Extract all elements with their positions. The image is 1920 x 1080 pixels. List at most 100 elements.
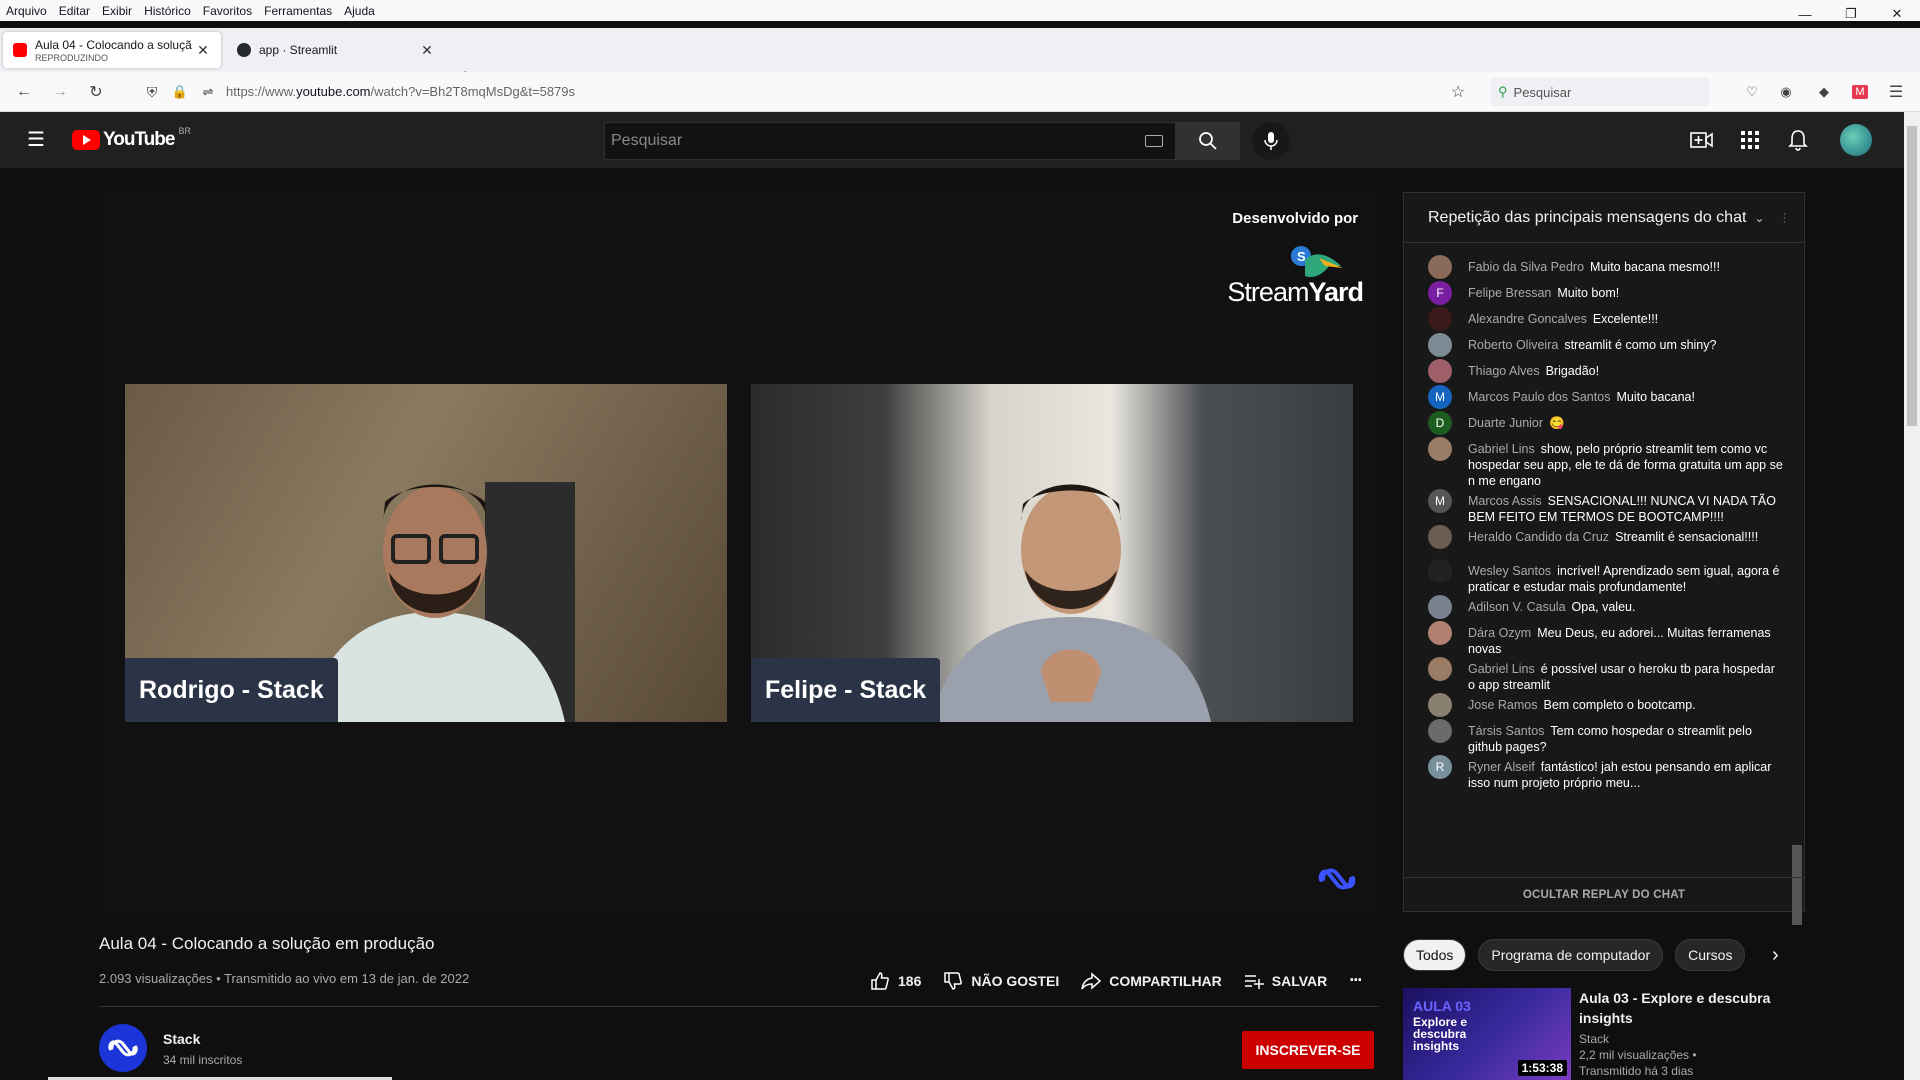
like-button[interactable]: 186	[870, 971, 921, 991]
apps-grid-icon[interactable]	[1738, 128, 1762, 152]
menu-ferramentas[interactable]: Ferramentas	[264, 4, 332, 18]
chat-author-name[interactable]: Dára Ozym	[1468, 626, 1531, 640]
restore-icon[interactable]: ❐	[1828, 0, 1874, 28]
chat-author-name[interactable]: Wesley Santos	[1468, 564, 1551, 578]
page-scrollbar[interactable]	[1904, 112, 1920, 1080]
extension-m-icon[interactable]: M	[1848, 80, 1872, 104]
chat-author-avatar[interactable]: M	[1428, 385, 1452, 409]
chat-author-name[interactable]: Társis Santos	[1468, 724, 1544, 738]
chip-programa-de-computador[interactable]: Programa de computador	[1478, 939, 1664, 971]
lock-icon[interactable]: 🔒	[168, 80, 192, 104]
chat-author-avatar[interactable]	[1428, 719, 1452, 743]
permissions-icon[interactable]: ⇌	[196, 80, 220, 104]
chevron-right-icon[interactable]: ›	[1772, 944, 1779, 967]
forward-icon[interactable]: →	[48, 80, 72, 104]
chat-author-avatar[interactable]	[1428, 595, 1452, 619]
chat-author-avatar[interactable]	[1428, 657, 1452, 681]
chat-author-name[interactable]: Jose Ramos	[1468, 698, 1537, 712]
recommended-channel[interactable]: Stack	[1579, 1032, 1799, 1046]
close-window-icon[interactable]: ✕	[1874, 0, 1920, 28]
menu-ajuda[interactable]: Ajuda	[344, 4, 375, 18]
hamburger-menu-icon[interactable]: ☰	[24, 128, 48, 152]
menu-favoritos[interactable]: Favoritos	[203, 4, 252, 18]
notifications-bell-icon[interactable]	[1786, 128, 1810, 152]
voice-search-button[interactable]	[1252, 122, 1290, 160]
url-bar[interactable]: https://www.youtube.com/watch?v=Bh2T8mqM…	[226, 84, 575, 99]
share-label: COMPARTILHAR	[1109, 972, 1222, 989]
chat-message: Dára Ozym Meu Deus, eu adorei... Muitas f…	[1404, 621, 1784, 657]
recommended-video[interactable]: AULA 03 Explore e descubra insights 1:53…	[1403, 988, 1799, 1080]
chat-author-avatar[interactable]	[1428, 559, 1452, 583]
chat-author-name[interactable]: Duarte Junior	[1468, 416, 1543, 430]
menu-editar[interactable]: Editar	[59, 4, 90, 18]
more-actions-icon[interactable]: ···	[1349, 970, 1363, 991]
chat-message-body: Ryner Alseif fantástico! jah estou pensan…	[1468, 755, 1784, 791]
close-tab-icon[interactable]: ✕	[195, 42, 211, 59]
chat-author-avatar[interactable]	[1428, 307, 1452, 331]
search-button[interactable]	[1176, 122, 1240, 160]
chat-author-name[interactable]: Heraldo Candido da Cruz	[1468, 530, 1609, 544]
user-avatar[interactable]	[1840, 124, 1872, 156]
chevron-down-icon[interactable]: ⌄	[1754, 211, 1764, 225]
chat-menu-icon[interactable]: ⋮	[1778, 211, 1790, 225]
chat-author-name[interactable]: Fabio da Silva Pedro	[1468, 260, 1584, 274]
menu-arquivo[interactable]: Arquivo	[6, 4, 47, 18]
chat-author-avatar[interactable]: M	[1428, 489, 1452, 513]
chat-author-name[interactable]: Alexandre Goncalves	[1468, 312, 1587, 326]
menu-historico[interactable]: Histórico	[144, 4, 191, 18]
chat-message: Heraldo Candido da Cruz Streamlit é sensa…	[1404, 525, 1784, 559]
chip-todos[interactable]: Todos	[1403, 939, 1467, 971]
chat-author-avatar[interactable]	[1428, 359, 1452, 383]
create-video-icon[interactable]	[1690, 128, 1714, 152]
subscribe-button[interactable]: INSCREVER-SE	[1242, 1031, 1374, 1069]
youtube-search-input[interactable]: Pesquisar	[604, 122, 1176, 160]
chat-author-name[interactable]: Roberto Oliveira	[1468, 338, 1558, 352]
chat-author-name[interactable]: Thiago Alves	[1468, 364, 1540, 378]
extension-1password-icon[interactable]: ◉	[1774, 80, 1798, 104]
video-thumbnail[interactable]: AULA 03 Explore e descubra insights 1:53…	[1403, 988, 1571, 1080]
firefox-search-field[interactable]: ⚲ Pesquisar	[1490, 78, 1710, 106]
minimize-icon[interactable]: —	[1782, 0, 1828, 28]
chat-author-avatar[interactable]	[1428, 437, 1452, 461]
channel-avatar[interactable]	[99, 1024, 147, 1072]
back-icon[interactable]: ←	[12, 80, 36, 104]
video-player[interactable]: Desenvolvido por StreamYard S Rodrigo - …	[99, 192, 1379, 912]
tab-youtube[interactable]: Aula 04 - Colocando a soluçã REPRODUZIND…	[3, 32, 221, 68]
chat-author-avatar[interactable]: D	[1428, 411, 1452, 435]
chat-author-avatar[interactable]	[1428, 255, 1452, 279]
chat-author-avatar[interactable]: F	[1428, 281, 1452, 305]
dislike-button[interactable]: NÃO GOSTEI	[943, 971, 1059, 991]
chat-author-name[interactable]: Gabriel Lins	[1468, 442, 1535, 456]
chat-scrollbar[interactable]	[1790, 249, 1804, 925]
chat-author-avatar[interactable]	[1428, 333, 1452, 357]
chat-author-name[interactable]: Marcos Assis	[1468, 494, 1542, 508]
chat-author-name[interactable]: Marcos Paulo dos Santos	[1468, 390, 1610, 404]
recommended-title[interactable]: Aula 03 - Explore e descubra insights	[1579, 988, 1799, 1028]
chat-author-avatar[interactable]	[1428, 525, 1452, 549]
chat-header[interactable]: Repetição das principais mensagens do ch…	[1404, 193, 1804, 243]
chat-author-name[interactable]: Adilson V. Casula	[1468, 600, 1566, 614]
keyboard-icon[interactable]	[1145, 135, 1163, 147]
page-scrollbar-thumb[interactable]	[1907, 126, 1917, 426]
chip-cursos[interactable]: Cursos	[1675, 939, 1746, 971]
youtube-logo[interactable]: YouTube BR	[72, 126, 191, 151]
menu-exibir[interactable]: Exibir	[102, 4, 132, 18]
tab-streamlit[interactable]: app · Streamlit ✕	[227, 32, 445, 68]
channel-name[interactable]: Stack	[163, 1031, 200, 1047]
chat-author-name[interactable]: Gabriel Lins	[1468, 662, 1535, 676]
chat-author-name[interactable]: Felipe Bressan	[1468, 286, 1551, 300]
share-button[interactable]: COMPARTILHAR	[1081, 971, 1222, 991]
app-menu-icon[interactable]: ☰	[1884, 80, 1908, 104]
chat-author-avatar[interactable]	[1428, 693, 1452, 717]
hide-chat-replay-button[interactable]: OCULTAR REPLAY DO CHAT	[1404, 877, 1804, 911]
reload-icon[interactable]: ↻	[84, 80, 108, 104]
chat-author-avatar[interactable]: R	[1428, 755, 1452, 779]
close-tab-icon[interactable]: ✕	[419, 42, 435, 59]
save-button[interactable]: SALVAR	[1244, 971, 1327, 991]
pocket-icon[interactable]: ♡	[1740, 80, 1764, 104]
chat-author-avatar[interactable]	[1428, 621, 1452, 645]
extension-icon[interactable]: ◆	[1812, 80, 1836, 104]
bookmark-star-icon[interactable]: ☆	[1446, 80, 1470, 104]
chat-author-name[interactable]: Ryner Alseif	[1468, 760, 1535, 774]
shield-icon[interactable]: ⛨	[140, 80, 164, 104]
